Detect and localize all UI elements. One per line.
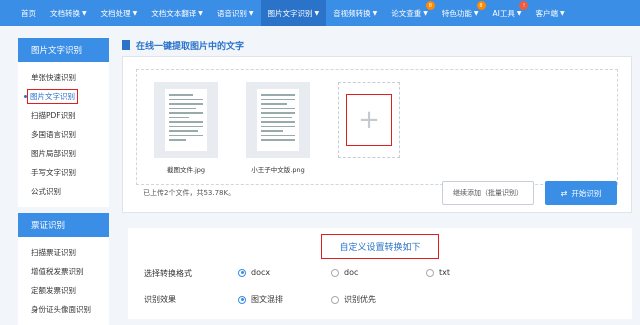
radio-label: 图文混排 <box>251 295 283 304</box>
upload-count: 已上传2个文件，共53.78K。 <box>143 189 236 197</box>
sidebar-group-title: 图片文字识别 <box>18 38 109 62</box>
start-recognition-button[interactable]: ⇄ 开始识别 <box>545 181 617 205</box>
radio-docx[interactable]: docx <box>238 268 270 277</box>
chevron-down-icon: ▼ <box>559 9 565 17</box>
radio-priority[interactable]: 识别优先 <box>331 294 376 305</box>
radio-txt[interactable]: txt <box>426 268 450 277</box>
add-more-button[interactable]: 继续添加（批量识别） <box>442 181 534 205</box>
file-preview <box>246 82 310 158</box>
button-label: 开始识别 <box>571 188 602 198</box>
nav-home[interactable]: 首页 <box>14 0 43 26</box>
nav-label: 语音识别 <box>216 8 247 18</box>
nav-label: 论文查重 <box>391 8 422 18</box>
swap-icon: ⇄ <box>560 188 568 198</box>
radio-dot <box>331 295 339 304</box>
sidebar-group-title: 票证识别 <box>18 213 109 237</box>
nav-label: 图片文字识别 <box>267 8 313 18</box>
document-icon <box>122 40 130 50</box>
file-thumb[interactable]: 小王子中文版.png <box>246 82 310 184</box>
radio-label: 识别优先 <box>344 295 376 304</box>
nav-label: 首页 <box>21 8 36 18</box>
chevron-down-icon: ▼ <box>423 9 428 17</box>
sidebar-item-vat[interactable]: 增值税发票识别 <box>18 262 109 281</box>
radio-label: doc <box>344 268 359 277</box>
plus-icon: + <box>358 105 380 135</box>
effect-row: 识别效果 <box>144 294 239 305</box>
sidebar-item-label: 图片文字识别 <box>27 89 78 104</box>
sidebar-list: 扫描票证识别 增值税发票识别 定额发票识别 身份证头像面识别 <box>18 237 109 325</box>
chevron-down-icon: ▼ <box>473 9 479 17</box>
chevron-down-icon: ▼ <box>82 9 87 17</box>
chevron-down-icon: ▼ <box>372 9 378 17</box>
upload-footer: 已上传2个文件，共53.78K。 继续添加（批量识别） ⇄ 开始识别 <box>143 180 617 206</box>
chevron-down-icon: ▼ <box>516 9 522 17</box>
radio-doc[interactable]: doc <box>331 268 358 277</box>
nav-label: 文档转换 <box>50 8 80 18</box>
sidebar-item-pdf-ocr[interactable]: 扫描PDF识别 <box>18 106 109 125</box>
sidebar: 图片文字识别 单张快速识别 图片文字识别 扫描PDF识别 多国语言识别 图片局部… <box>18 38 109 325</box>
nav-speech[interactable]: 语音识别 ▼ <box>210 0 261 26</box>
radio-mixed[interactable]: 图文混排 <box>238 294 283 305</box>
nav-doc-convert[interactable]: 文档转换 ▼ <box>43 0 94 26</box>
add-file-highlight: + <box>346 94 392 146</box>
nav-label: 客户端 <box>535 8 558 18</box>
sidebar-item-idcard[interactable]: 身份证头像面识别 <box>18 300 109 319</box>
format-label: 选择转换格式 <box>144 269 192 278</box>
nav-badge: 8 <box>425 1 435 10</box>
file-thumbnails: 截图文件.jpg 小王子中文版.png + <box>136 69 618 185</box>
page-title: 在线一键提取图片中的文字 <box>122 34 632 56</box>
upload-area: 截图文件.jpg 小王子中文版.png + 已上传2个文件，共53.78K。 继… <box>122 56 632 213</box>
sidebar-item-image-ocr[interactable]: 图片文字识别 <box>18 87 109 106</box>
chevron-down-icon: ▼ <box>198 9 203 17</box>
nav-label: 文档处理 <box>100 8 131 18</box>
chevron-down-icon: ▼ <box>132 9 138 17</box>
nav-label: 音视频转换 <box>333 8 371 18</box>
sidebar-item-ticket[interactable]: 扫描票证识别 <box>18 243 109 262</box>
nav-ocr[interactable]: 图片文字识别 ▼ <box>260 0 327 26</box>
radio-label: txt <box>439 268 451 277</box>
nav-client[interactable]: 客户端 ▼ <box>528 0 571 26</box>
file-thumb[interactable]: 截图文件.jpg <box>154 82 218 184</box>
nav-label: AI工具 <box>492 8 515 18</box>
file-name: 截图文件.jpg <box>166 166 206 174</box>
radio-dot <box>426 268 434 277</box>
main-panel: 在线一键提取图片中的文字 截图文件.jpg 小王子中文版.png + 已上传2个… <box>122 34 632 213</box>
sidebar-list: 单张快速识别 图片文字识别 扫描PDF识别 多国语言识别 图片局部识别 手写文字… <box>18 62 109 207</box>
document-icon <box>257 89 299 151</box>
nav-translate[interactable]: 文档文本翻译 ▼ <box>144 0 210 26</box>
chevron-down-icon: ▼ <box>248 9 254 17</box>
document-icon <box>165 89 207 151</box>
nav-label: 文档文本翻译 <box>151 8 197 18</box>
radio-dot <box>238 295 246 304</box>
sidebar-item-handwriting[interactable]: 手写文字识别 <box>18 163 109 182</box>
sidebar-item-single-quick[interactable]: 单张快速识别 <box>18 68 109 87</box>
radio-label: docx <box>251 268 271 277</box>
sidebar-item-fixed-invoice[interactable]: 定额发票识别 <box>18 281 109 300</box>
chevron-down-icon: ▼ <box>314 9 320 17</box>
nav-ai-tools[interactable]: AI工具 ▼! <box>486 0 529 26</box>
nav-plagiarism[interactable]: 论文查重 ▼ 8 <box>384 0 435 26</box>
format-row: 选择转换格式 <box>144 268 239 279</box>
nav-badge: ! <box>519 1 529 10</box>
nav-features[interactable]: 特色功能 ▼ 8 <box>435 0 486 26</box>
sidebar-item-partial[interactable]: 图片局部识别 <box>18 144 109 163</box>
top-nav: 首页 文档转换 ▼ 文档处理 ▼ 文档文本翻译 ▼ 语音识别 ▼ 图片文字识别 ▼ 音视频… <box>0 0 640 26</box>
sidebar-item-multilang[interactable]: 多国语言识别 <box>18 125 109 144</box>
nav-label: 特色功能 <box>441 8 472 18</box>
nav-doc-process[interactable]: 文档处理 ▼ <box>94 0 145 26</box>
radio-dot <box>331 268 339 277</box>
nav-badge: 8 <box>476 1 486 10</box>
nav-av-convert[interactable]: 音视频转换 ▼ <box>326 0 384 26</box>
radio-dot <box>238 268 246 277</box>
effect-label: 识别效果 <box>144 295 176 304</box>
settings-panel: 自定义设置转换如下 选择转换格式 docx doc txt 识别效果 图文混排 … <box>128 228 632 319</box>
file-name: 小王子中文版.png <box>251 166 305 174</box>
file-preview <box>154 82 218 158</box>
settings-heading: 自定义设置转换如下 <box>321 234 439 259</box>
add-file-slot[interactable]: + <box>338 82 400 158</box>
sidebar-item-formula[interactable]: 公式识别 <box>18 182 109 201</box>
settings-heading-wrap: 自定义设置转换如下 <box>128 228 632 259</box>
page-title-text: 在线一键提取图片中的文字 <box>136 41 245 52</box>
